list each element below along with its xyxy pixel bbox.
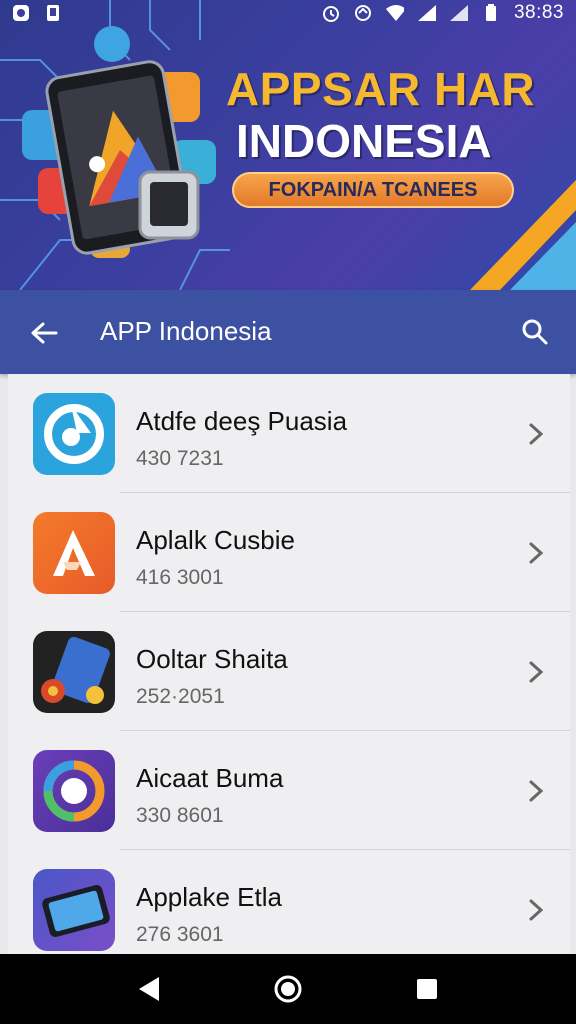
chevron-right-icon bbox=[529, 423, 544, 445]
notification-icon bbox=[12, 4, 30, 22]
arrow-left-icon bbox=[31, 322, 58, 344]
app-meta: 330 8601 bbox=[136, 804, 224, 827]
banner-title: APPSAR HAR bbox=[226, 63, 536, 115]
signal-icon bbox=[417, 4, 436, 22]
alarm-icon bbox=[322, 4, 340, 22]
app-list: Atdfe deeş Puasia 430 7231 Aplalk Cusbie… bbox=[8, 374, 570, 954]
app-meta: 430 7231 bbox=[136, 447, 224, 470]
list-item[interactable]: Aplalk Cusbie 416 3001 bbox=[8, 493, 570, 612]
battery-icon bbox=[482, 4, 500, 22]
list-item[interactable]: Ooltar Shaita 252·2051 bbox=[8, 612, 570, 731]
nav-back-button[interactable] bbox=[129, 969, 169, 1009]
status-time: 38:83 bbox=[513, 2, 564, 23]
page-title: APP Indonesia bbox=[100, 316, 272, 346]
chevron-right-icon bbox=[529, 780, 544, 802]
list-item[interactable]: Aicaat Buma 330 8601 bbox=[8, 731, 570, 850]
sim-icon bbox=[44, 4, 62, 22]
sync-icon bbox=[354, 4, 372, 22]
recents-square-icon bbox=[416, 979, 437, 999]
status-bar: 38:83 bbox=[0, 0, 576, 26]
app-icon-3 bbox=[33, 630, 115, 713]
app-icon-4 bbox=[33, 749, 115, 832]
chevron-right-icon bbox=[529, 899, 544, 921]
chevron-right-icon bbox=[529, 542, 544, 564]
app-name: Aicaat Buma bbox=[136, 763, 284, 793]
banner-subtitle: INDONESIA bbox=[236, 115, 492, 167]
app-icon-5 bbox=[33, 868, 115, 951]
app-meta: 416 3001 bbox=[136, 566, 224, 589]
app-meta: 252·2051 bbox=[136, 685, 225, 708]
app-name: Aplalk Cusbie bbox=[136, 525, 295, 555]
app-name: Atdfe deeş Puasia bbox=[136, 406, 348, 436]
search-icon bbox=[522, 319, 548, 345]
search-button[interactable] bbox=[518, 315, 552, 349]
back-button[interactable] bbox=[28, 317, 60, 349]
list-item[interactable]: Atdfe deeş Puasia 430 7231 bbox=[8, 374, 570, 493]
app-bar: APP Indonesia bbox=[0, 290, 576, 374]
back-triangle-icon bbox=[139, 977, 160, 1001]
nav-home-button[interactable] bbox=[268, 969, 308, 1009]
app-icon-2 bbox=[33, 511, 115, 594]
home-circle-icon bbox=[274, 975, 302, 1003]
app-name: Ooltar Shaita bbox=[136, 644, 288, 674]
system-nav-bar bbox=[0, 954, 576, 1024]
signal-icon-2 bbox=[449, 4, 468, 22]
wifi-icon bbox=[385, 4, 404, 22]
chevron-right-icon bbox=[529, 661, 544, 683]
list-item[interactable]: Applake Etla 276 3601 bbox=[8, 850, 570, 954]
nav-recents-button[interactable] bbox=[407, 969, 447, 1009]
app-icon-1 bbox=[33, 392, 115, 475]
banner-tagline-pill: FOKPAIN/A TCANEES bbox=[232, 172, 514, 208]
header-banner: APPSAR HAR INDONESIA FOKPAIN/A TCANEES bbox=[0, 0, 576, 290]
app-name: Applake Etla bbox=[136, 882, 282, 912]
app-meta: 276 3601 bbox=[136, 923, 224, 946]
